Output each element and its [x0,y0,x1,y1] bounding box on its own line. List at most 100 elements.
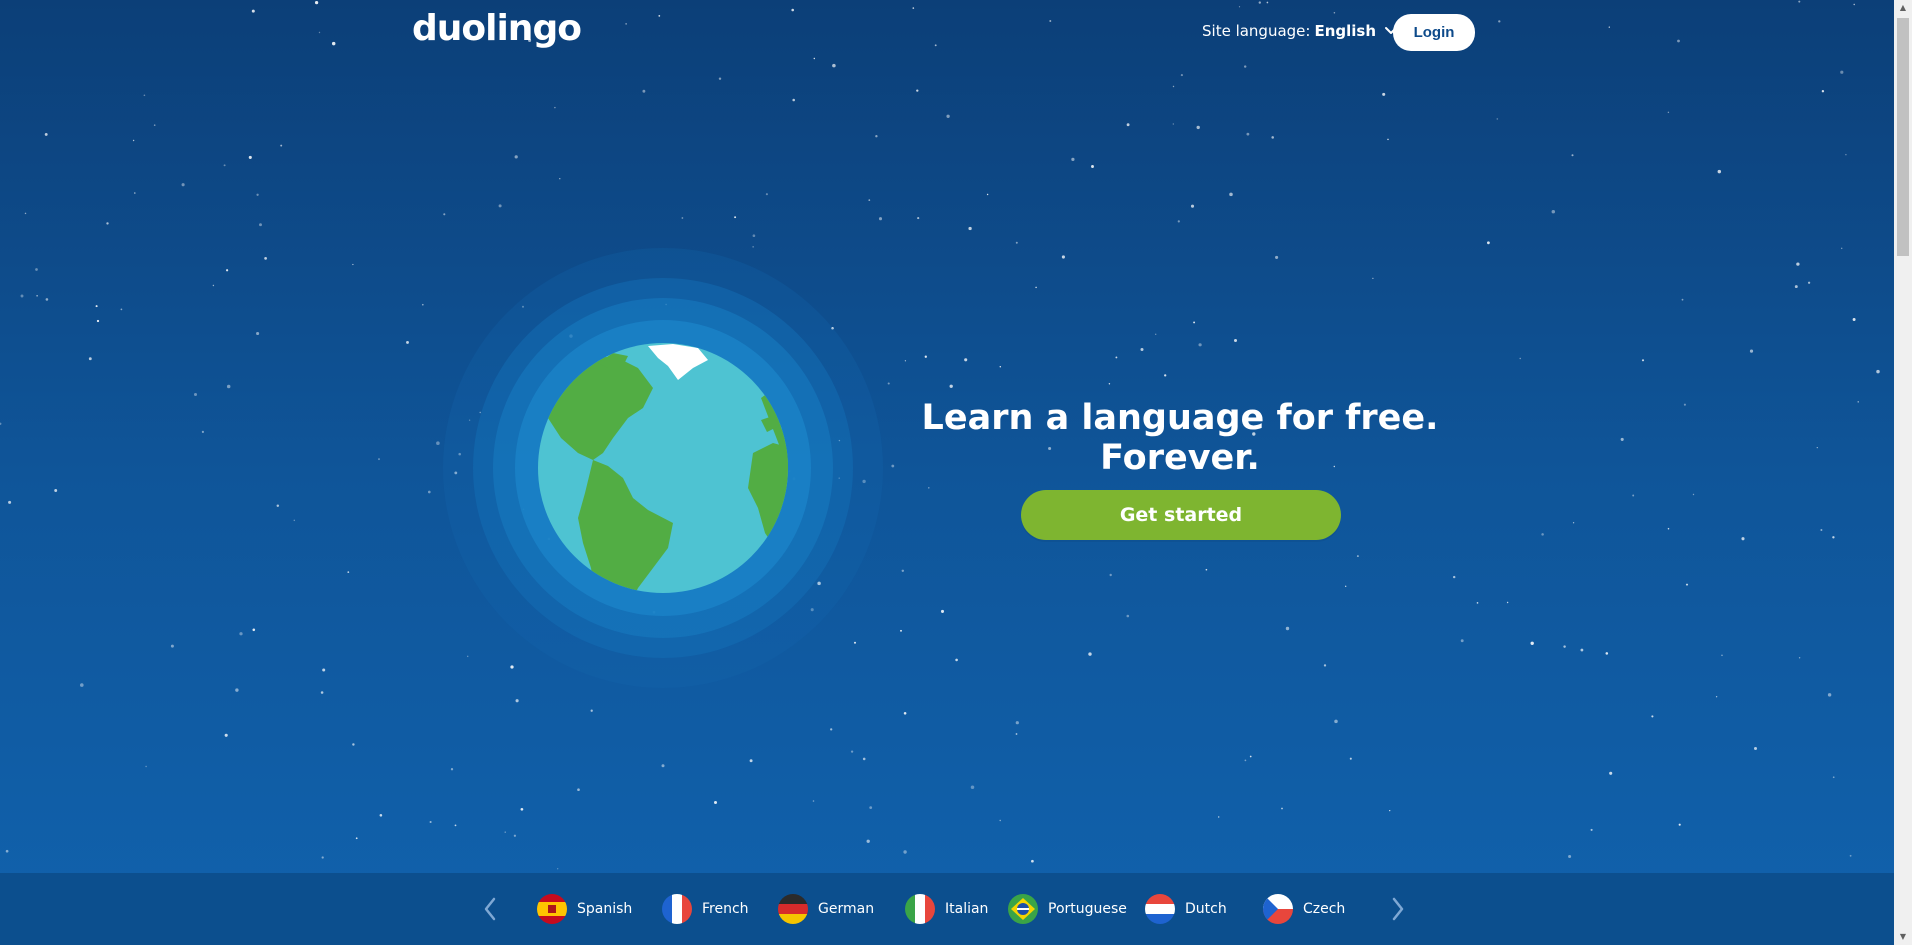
login-button[interactable]: Login [1393,14,1475,51]
star [1190,204,1195,208]
star [1334,719,1338,724]
scrollbar-thumb[interactable] [1897,18,1909,256]
chevron-right-icon[interactable] [1388,895,1408,923]
star [276,504,280,507]
star [248,155,252,159]
chevron-left-icon[interactable] [480,895,500,923]
star [934,44,937,47]
star [904,360,907,362]
star [235,688,239,692]
star [1389,809,1391,812]
get-started-button[interactable]: Get started [1021,490,1341,540]
scroll-up-icon[interactable]: ▲ [1894,0,1912,16]
scroll-down-icon[interactable]: ▼ [1894,929,1912,945]
star [193,392,198,397]
course-item-german[interactable]: German [778,894,874,924]
star [1754,747,1757,750]
star [1667,527,1670,530]
star [1832,776,1835,779]
site-language-label: Site language: [1202,22,1311,40]
star [35,268,38,271]
star [1205,568,1208,571]
star [1382,92,1386,96]
star [661,764,665,768]
star [314,0,319,5]
star [1551,209,1556,214]
course-label: German [818,901,875,917]
star [868,199,871,201]
star [44,132,48,136]
star [1193,321,1196,324]
star [1678,823,1681,826]
star [1109,573,1112,577]
star [577,788,580,792]
site-language-selector[interactable]: Site language: English [1202,22,1398,40]
star [1164,374,1167,377]
star [1667,111,1670,114]
star [95,305,98,308]
star [1180,74,1183,77]
star [970,785,975,789]
star [1721,654,1723,657]
course-item-czech[interactable]: Czech [1263,894,1345,924]
vertical-scrollbar[interactable]: ▲ ▼ [1894,0,1912,945]
star [421,303,424,306]
course-item-italian[interactable]: Italian [905,894,988,924]
star [734,216,737,219]
star [875,135,878,138]
globe-illustration [443,248,883,688]
star [1572,522,1575,524]
star [1506,601,1509,604]
star [1281,807,1283,810]
star [143,94,146,97]
star [718,77,722,80]
star [812,800,815,802]
star [256,331,260,336]
star [866,839,870,843]
star [1266,1,1269,4]
course-item-dutch[interactable]: Dutch [1145,894,1227,924]
star [559,178,561,180]
star [321,856,324,859]
star [239,632,243,636]
star [869,806,873,809]
star [1853,3,1855,6]
star [1217,816,1220,818]
star [749,759,753,763]
star [513,834,517,837]
star [134,192,136,194]
course-label: Spanish [577,901,633,917]
star [1580,648,1584,652]
star [1049,20,1052,22]
star [280,144,283,147]
star [850,750,854,753]
italy-flag-icon [905,894,935,924]
course-item-portuguese[interactable]: Portuguese [1008,894,1127,924]
star [1798,657,1801,659]
star [1605,652,1609,655]
star [949,384,953,388]
star [498,204,502,208]
site-language-value: English [1314,22,1377,40]
star [903,850,907,854]
duolingo-logo[interactable]: duolingo [412,8,582,49]
star [224,733,228,737]
star [153,124,156,126]
star [45,298,49,301]
star [986,193,989,196]
star [1677,39,1680,43]
star [88,357,92,361]
course-item-spanish[interactable]: Spanish [537,894,632,924]
star [1820,529,1823,531]
star [1496,118,1499,120]
star [1840,247,1843,250]
star [1519,357,1521,360]
star [1275,255,1279,259]
star [832,63,836,68]
star [1071,157,1075,162]
star [5,849,9,853]
star [170,644,174,648]
star [1749,349,1754,353]
star [946,114,950,118]
course-item-french[interactable]: French [662,894,749,924]
